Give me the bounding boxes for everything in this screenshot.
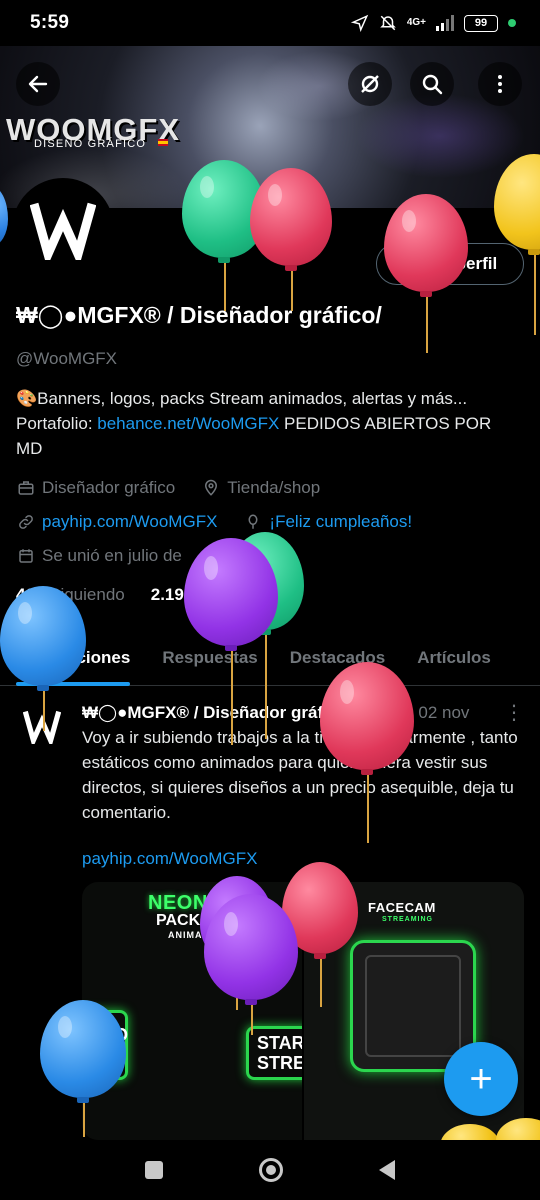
tweet-text: Voy a ir subiendo trabajos a la tienda r…: [82, 728, 518, 822]
profile-display-name: ₩◯●MGFX® / Diseñador gráfico/: [16, 302, 382, 328]
system-nav-bar: [0, 1140, 540, 1200]
battery-indicator: 99: [464, 14, 498, 32]
compose-fab-button[interactable]: +: [444, 1042, 518, 1116]
tweet-header: ₩◯●MGFX® / Diseñador gráfico/ · 02 nov ⋮: [82, 700, 524, 725]
neon-sub1: PACK: [156, 912, 201, 929]
recents-button[interactable]: [145, 1161, 163, 1179]
profile-location: Tienda/shop: [227, 478, 321, 497]
bio-portfolio-link[interactable]: behance.net/WooMGFX: [97, 414, 279, 433]
follow-stats: 466 Siguiendo 2.194 Seguidores: [16, 585, 284, 605]
calendar-icon: [16, 546, 36, 566]
neon-box1-text: NDO AM: [88, 1025, 128, 1065]
briefcase-icon: [16, 478, 36, 498]
active-dot-icon: [508, 19, 516, 27]
profile-meta-row-2: payhip.com/WooMGFX ¡Feliz cumpleaños!: [16, 512, 412, 532]
refresh-button[interactable]: [348, 62, 392, 106]
media-neon-pack[interactable]: NEON PACK ANIMADO NDO AM STAR STRE: [82, 882, 302, 1140]
profile-website-link[interactable]: payhip.com/WooMGFX: [42, 512, 217, 532]
back-button[interactable]: [16, 62, 60, 106]
profile-handle: @WooMGFX: [16, 349, 118, 368]
neon-box-right: STAR STRE: [246, 1026, 302, 1080]
link-icon: [16, 512, 36, 532]
back-nav-button[interactable]: [379, 1160, 395, 1180]
following-link[interactable]: 466 Siguiendo: [16, 585, 125, 605]
followers-label: Seguidores: [198, 585, 285, 604]
neon-box2-text: STAR STRE: [257, 1033, 302, 1073]
home-button[interactable]: [259, 1158, 283, 1182]
followers-count: 2.194: [150, 585, 194, 604]
status-icons: 4G+ 99: [350, 14, 516, 32]
more-vertical-icon: [498, 75, 502, 93]
status-bar: 5:59 4G+ 99: [0, 0, 540, 46]
location-pin-icon: [201, 478, 221, 498]
banner-subtitle: DISEÑO GRÁFICO: [34, 138, 147, 150]
wm-logo-icon: [30, 202, 96, 260]
search-icon: [422, 74, 443, 95]
tweet-avatar[interactable]: [16, 700, 68, 752]
tweet-date[interactable]: · 02 nov: [408, 703, 469, 723]
refresh-icon: [361, 75, 379, 93]
arrow-left-icon: [28, 75, 48, 93]
spain-flag-icon: [158, 139, 168, 146]
edit-profile-button[interactable]: Editar perfil: [376, 243, 524, 285]
profile-tabs: Publicaciones Respuestas Destacados Artí…: [0, 630, 540, 686]
network-type: 4G+: [406, 17, 426, 28]
neon-box-left: NDO AM: [82, 1010, 128, 1080]
following-label: Siguiendo: [49, 585, 125, 604]
profile-birthday: ¡Feliz cumpleaños!: [269, 512, 413, 531]
profile-joined: Se unió en julio de: [42, 546, 182, 565]
facecam-title: FACECAM: [368, 900, 436, 915]
mute-icon: [380, 15, 396, 31]
followers-link[interactable]: 2.194 Seguidores: [151, 585, 284, 605]
tab-articulos[interactable]: Artículos: [401, 630, 507, 686]
tweet-author[interactable]: ₩◯●MGFX® / Diseñador gráfico/: [82, 703, 400, 723]
neon-sub2: ANIMADO: [168, 930, 218, 940]
tweet-link[interactable]: payhip.com/WooMGFX: [82, 849, 257, 869]
profile-meta-row-3: Se unió en julio de: [16, 546, 182, 566]
status-time: 5:59: [30, 12, 70, 33]
facecam-sub: STREAMING: [382, 916, 433, 923]
more-options-button[interactable]: [478, 62, 522, 106]
location-icon: [350, 14, 369, 32]
tab-respuestas[interactable]: Respuestas: [146, 630, 273, 686]
wm-logo-icon: [23, 710, 61, 744]
tab-destacados[interactable]: Destacados: [274, 630, 401, 686]
profile-bio: 🎨Banners, logos, packs Stream animados, …: [16, 386, 516, 461]
following-count: 466: [16, 585, 45, 604]
more-vertical-icon[interactable]: ⋮: [504, 700, 524, 725]
search-button[interactable]: [410, 62, 454, 106]
profile-category: Diseñador gráfico: [42, 478, 176, 497]
balloon-icon: [243, 512, 263, 532]
tab-publicaciones[interactable]: Publicaciones: [0, 630, 146, 686]
profile-avatar[interactable]: [12, 178, 114, 280]
signal-icon: [436, 15, 454, 31]
profile-meta-row-1: Diseñador gráfico Tienda/shop: [16, 478, 320, 498]
